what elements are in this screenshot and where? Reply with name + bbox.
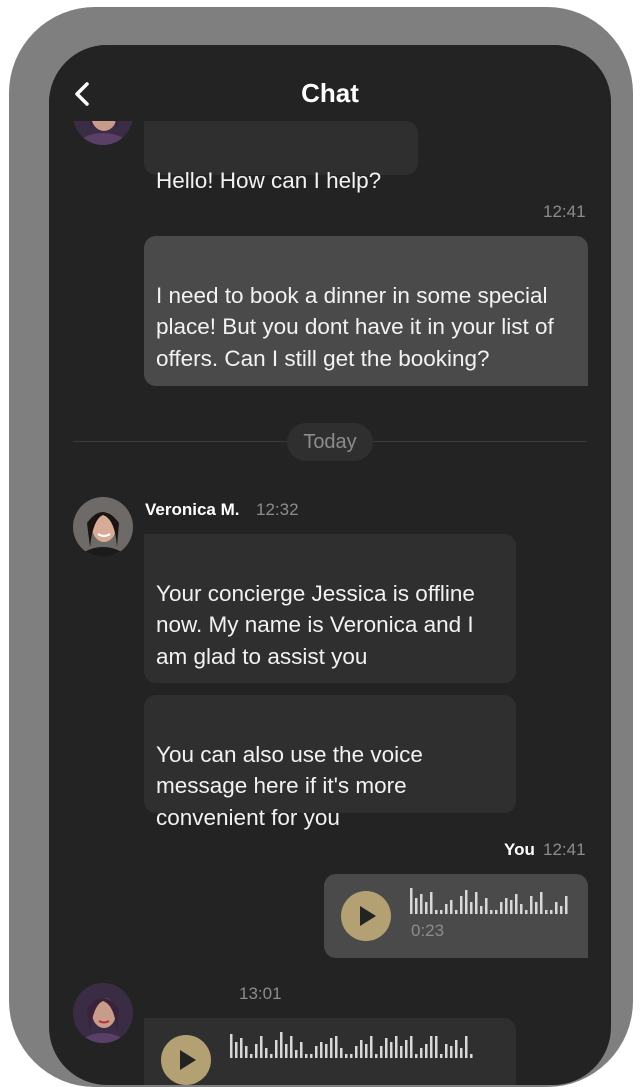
play-button[interactable]	[161, 1035, 211, 1085]
avatar-veronica[interactable]	[73, 983, 133, 1043]
date-divider: Today	[287, 423, 373, 461]
message-text: I need to book a dinner in some special …	[156, 282, 554, 371]
phone-frame: Hello! How can I help? 12:41 I need to b…	[9, 7, 633, 1087]
voice-message[interactable]: 0:23	[324, 874, 588, 958]
message-time: 12:32	[256, 500, 299, 519]
chat-header: Chat	[49, 45, 611, 121]
voice-duration: 0:23	[411, 921, 445, 940]
message-bubble[interactable]: Your concierge Jessica is offline now. M…	[144, 534, 516, 683]
play-icon	[180, 1050, 196, 1070]
message-text: Hello! How can I help?	[156, 167, 382, 193]
avatar-veronica[interactable]	[73, 497, 133, 557]
message-time: 12:41	[543, 840, 586, 859]
sender-name: Veronica M.	[145, 500, 240, 519]
sender-name: You	[504, 840, 535, 859]
play-icon	[360, 906, 376, 926]
message-bubble[interactable]: I need to book a dinner in some special …	[144, 236, 588, 386]
message-list[interactable]: Hello! How can I help? 12:41 I need to b…	[49, 45, 611, 1085]
message-bubble[interactable]: You can also use the voice message here …	[144, 695, 516, 830]
page-title: Chat	[301, 78, 359, 108]
message-text: You can also use the voice message here …	[156, 741, 423, 830]
waveform-icon	[410, 888, 568, 914]
message-bubble[interactable]: Hello! How can I help?	[144, 121, 418, 193]
waveform-icon	[230, 1032, 473, 1058]
chat-screen: Hello! How can I help? 12:41 I need to b…	[49, 45, 611, 1085]
message-time: 13:01	[239, 984, 282, 1003]
voice-message[interactable]	[144, 1018, 516, 1085]
play-button[interactable]	[341, 891, 391, 941]
message-time: 12:41	[543, 202, 586, 221]
message-text: Your concierge Jessica is offline now. M…	[156, 580, 475, 669]
